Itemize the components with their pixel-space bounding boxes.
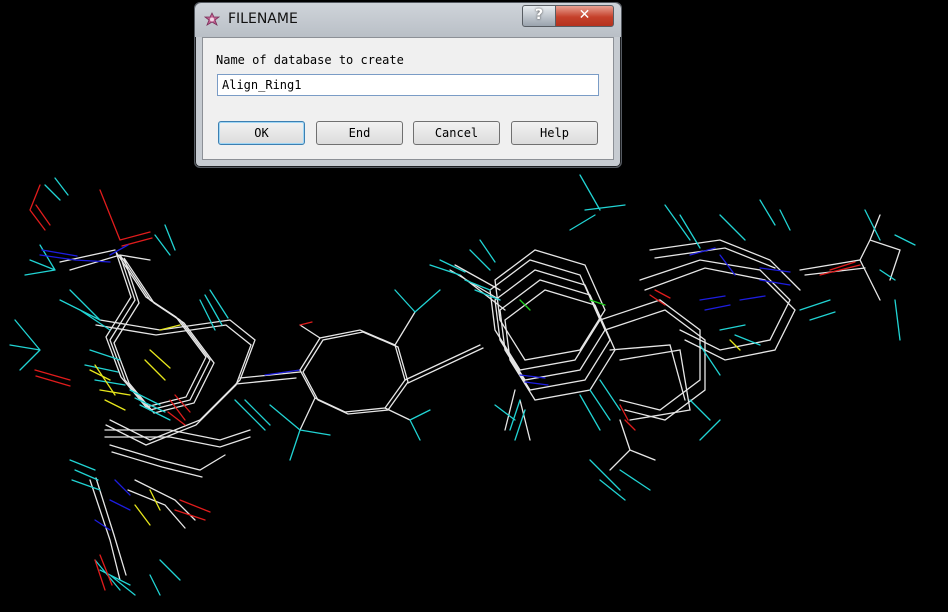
prompt-label: Name of database to create bbox=[216, 53, 404, 67]
cancel-button[interactable]: Cancel bbox=[413, 121, 500, 145]
left-heteroatoms bbox=[29, 184, 301, 591]
left-scaffold bbox=[59, 249, 301, 581]
ok-button[interactable]: OK bbox=[218, 121, 305, 145]
filename-dialog: FILENAME ? ✕ Name of database to create … bbox=[194, 2, 622, 168]
dialog-titlebar[interactable]: FILENAME ? ✕ bbox=[195, 3, 621, 37]
dialog-body: Name of database to create Align_Ring1 O… bbox=[202, 37, 614, 160]
help-caption-button[interactable]: ? bbox=[522, 5, 556, 27]
help-button[interactable]: Help bbox=[511, 121, 598, 145]
right-hydrogens bbox=[429, 174, 916, 501]
database-name-input[interactable]: Align_Ring1 bbox=[217, 74, 599, 96]
dialog-title: FILENAME bbox=[228, 11, 298, 27]
aligned-molecules bbox=[9, 174, 916, 596]
end-button[interactable]: End bbox=[316, 121, 403, 145]
app-logo-icon bbox=[204, 12, 220, 26]
right-heteroatoms bbox=[519, 247, 861, 431]
central-ring bbox=[299, 311, 484, 431]
close-caption-button[interactable]: ✕ bbox=[555, 5, 614, 27]
